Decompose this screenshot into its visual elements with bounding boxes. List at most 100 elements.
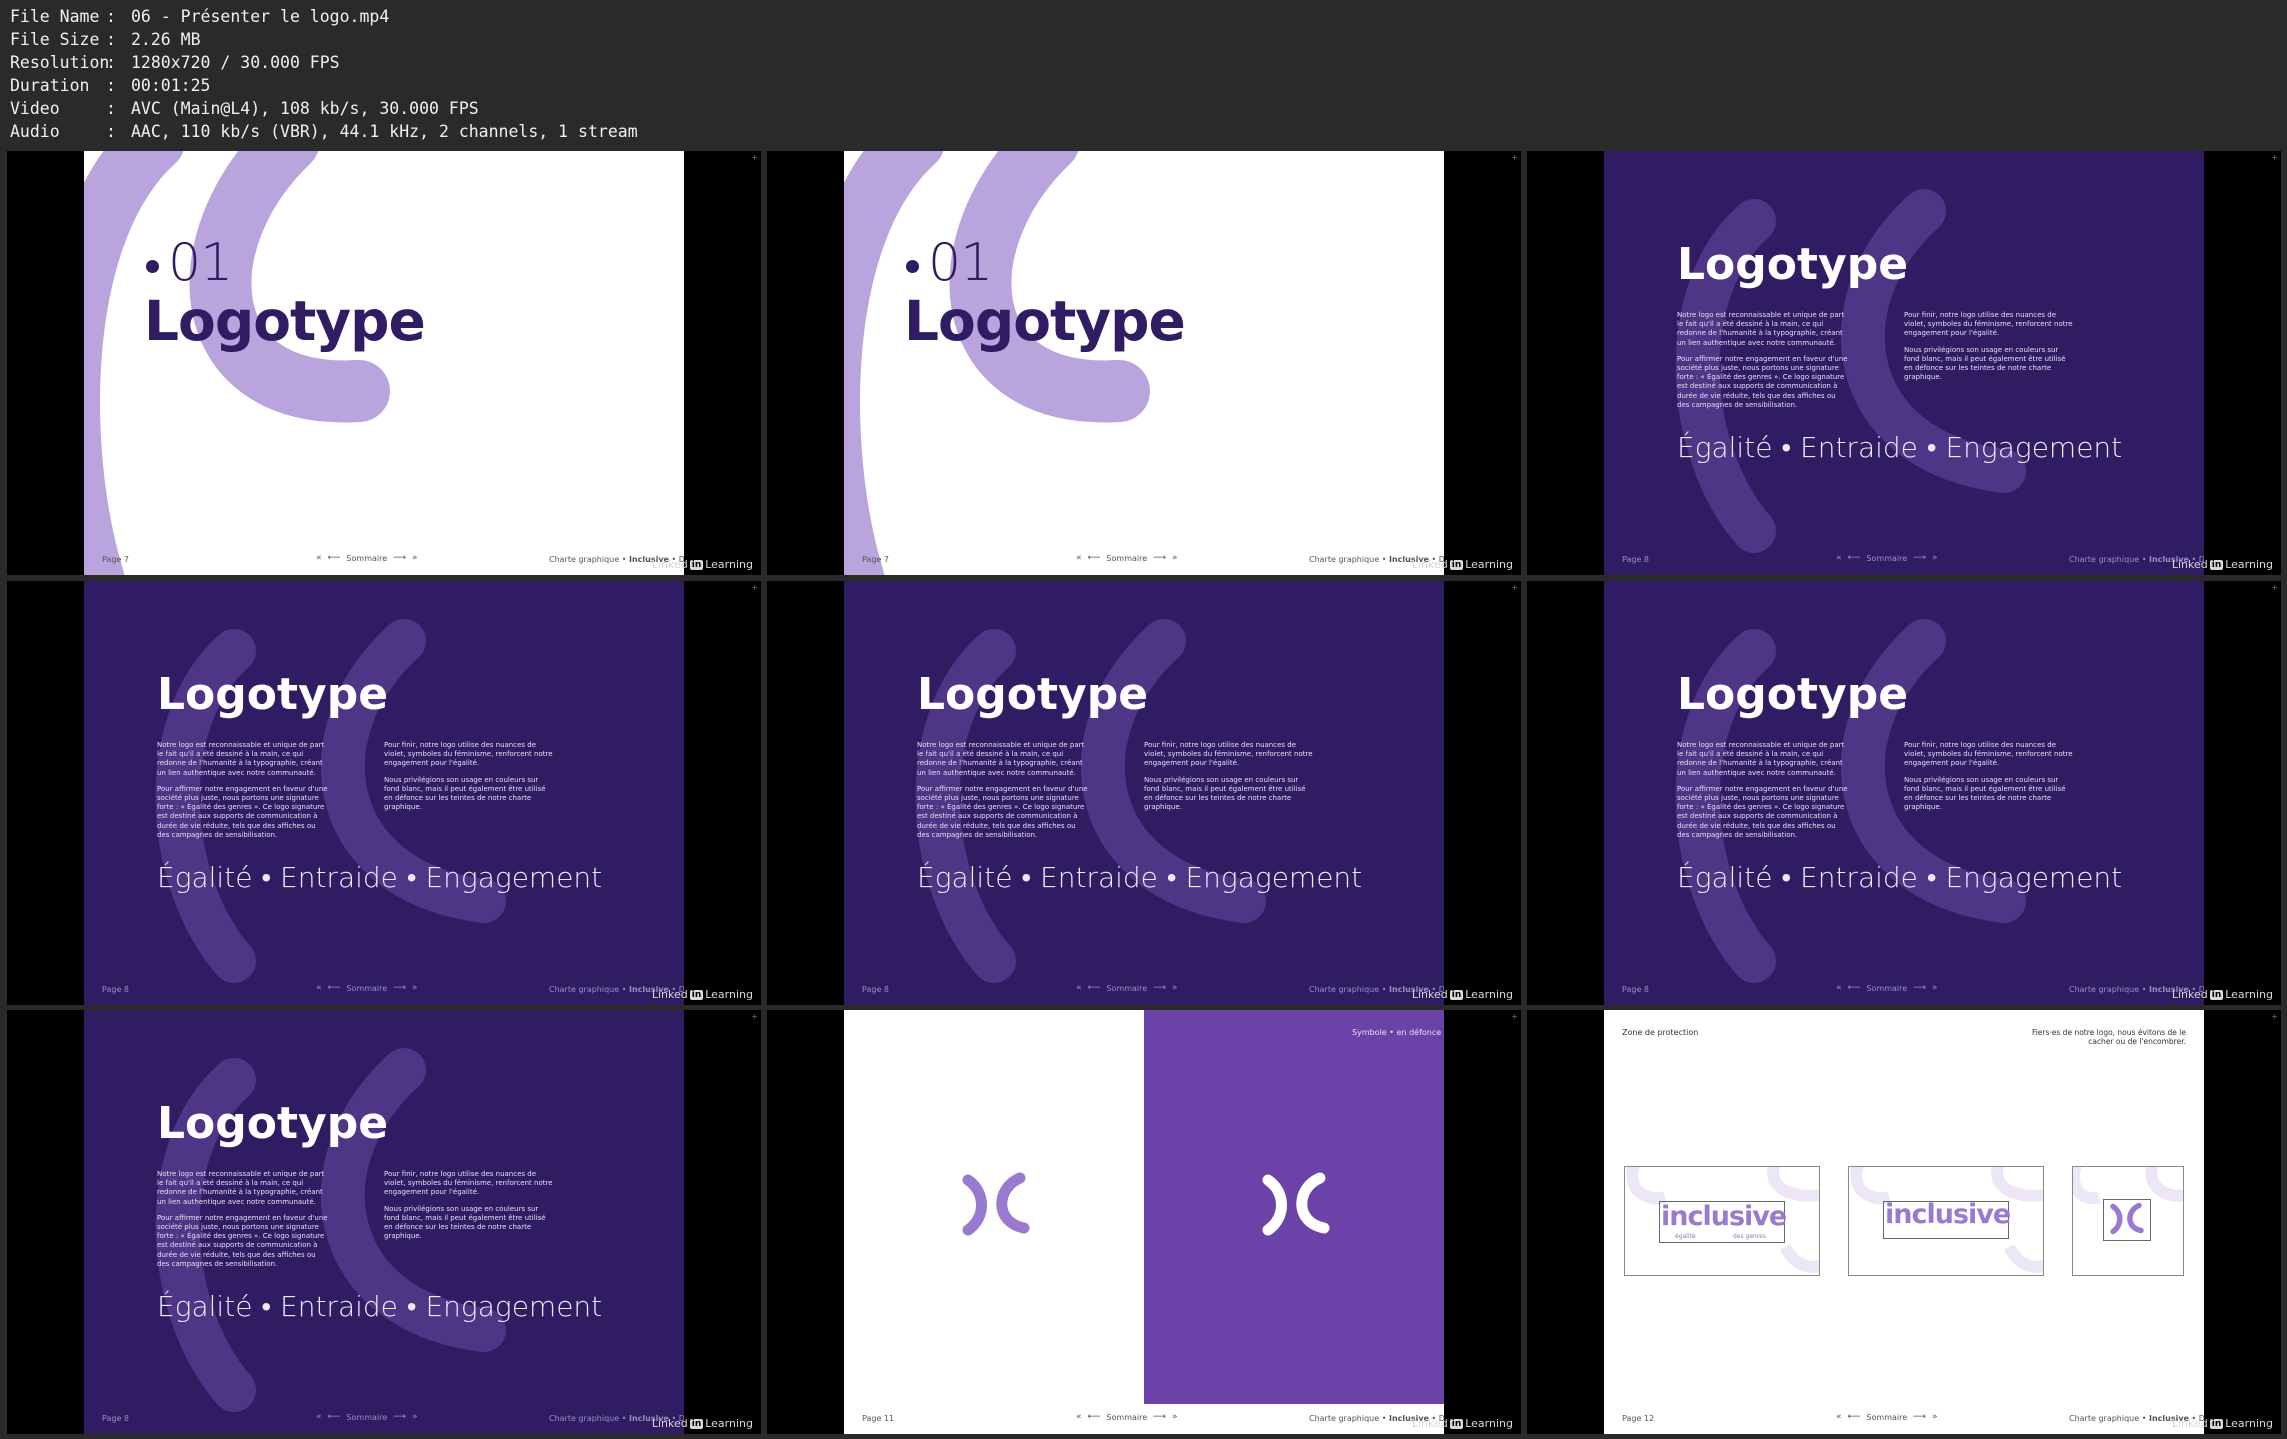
first-page-icon[interactable]: « xyxy=(1076,553,1082,563)
sommaire-link[interactable]: Sommaire xyxy=(1106,1413,1147,1422)
prev-arrow-icon[interactable]: ⟵ xyxy=(1848,1412,1861,1422)
first-page-icon[interactable]: « xyxy=(316,1412,322,1422)
thumbnail-1[interactable]: 01 Logotype Page 7 « ⟵ Sommaire ⟶ » Charte g… xyxy=(7,151,761,575)
prev-arrow-icon[interactable]: ⟵ xyxy=(1848,553,1861,563)
first-page-icon[interactable]: « xyxy=(1076,983,1082,993)
next-arrow-icon[interactable]: ⟶ xyxy=(1913,1412,1926,1422)
footer-nav[interactable]: « ⟵ Sommaire ⟶ » xyxy=(1076,553,1178,563)
last-page-icon[interactable]: » xyxy=(412,983,418,993)
last-page-icon[interactable]: » xyxy=(412,1412,418,1422)
footer-nav[interactable]: « ⟵ Sommaire ⟶ » xyxy=(1076,983,1178,993)
sommaire-link[interactable]: Sommaire xyxy=(346,554,387,563)
last-page-icon[interactable]: » xyxy=(412,553,418,563)
next-arrow-icon[interactable]: ⟶ xyxy=(1153,553,1166,563)
charte-label: Charte graphique • xyxy=(549,555,629,564)
last-page-icon[interactable]: » xyxy=(1932,1412,1938,1422)
prev-arrow-icon[interactable]: ⟵ xyxy=(328,1412,341,1422)
thumbnail-3[interactable]: Logotype Notre logo est reconnaissable e… xyxy=(1527,151,2281,575)
corner-mark: + xyxy=(2271,583,2278,592)
prev-arrow-icon[interactable]: ⟵ xyxy=(1088,553,1101,563)
last-page-icon[interactable]: » xyxy=(1932,553,1938,563)
paragraph: Notre logo est reconnaissable et unique … xyxy=(157,1170,325,1206)
charte-label: Charte graphique • xyxy=(2069,1414,2149,1423)
last-page-icon[interactable]: » xyxy=(1172,1412,1178,1422)
next-arrow-icon[interactable]: ⟶ xyxy=(393,1412,406,1422)
sommaire-link[interactable]: Sommaire xyxy=(1866,554,1907,563)
logo-sub-right: des genres xyxy=(1733,1233,1766,1240)
symbol-protection-box xyxy=(2072,1166,2184,1276)
footer-nav[interactable]: « ⟵ Sommaire ⟶ » xyxy=(1836,983,1938,993)
paragraph: Nous privilégions son usage en couleurs … xyxy=(1904,775,2066,812)
prev-arrow-icon[interactable]: ⟵ xyxy=(1848,983,1861,993)
thumbnail-6[interactable]: Logotype Notre logo est reconnaissable e… xyxy=(1527,581,2281,1005)
tagline: Égalité • Entraide • Engagement xyxy=(1677,861,2123,894)
info-key: Audio xyxy=(10,122,60,141)
sommaire-link[interactable]: Sommaire xyxy=(1866,1413,1907,1422)
thumbnail-4[interactable]: Logotype Notre logo est reconnaissable e… xyxy=(7,581,761,1005)
arc-decoration-icon xyxy=(844,151,1150,575)
footer-nav[interactable]: « ⟵ Sommaire ⟶ » xyxy=(1076,1412,1178,1422)
footer-nav[interactable]: « ⟵ Sommaire ⟶ » xyxy=(316,553,418,563)
thumbnail-8[interactable]: Symbole • en défonce Page 11 « ⟵ Sommaire ⟶… xyxy=(767,1010,1521,1434)
tagline: Égalité • Entraide • Engagement xyxy=(157,1290,603,1323)
next-arrow-icon[interactable]: ⟶ xyxy=(393,553,406,563)
info-key: Duration xyxy=(10,76,90,95)
footer-nav[interactable]: « ⟵ Sommaire ⟶ » xyxy=(316,1412,418,1422)
info-value: AVC (Main@L4), 108 kb/s, 30.000 FPS xyxy=(131,99,479,118)
paragraph: Nous privilégions son usage en couleurs … xyxy=(1144,775,1306,812)
info-row: Audio: AAC, 110 kb/s (VBR), 44.1 kHz, 2 c… xyxy=(10,120,638,143)
linkedin-learning-watermark: Linked in Learning xyxy=(2172,988,2273,1001)
footer-nav[interactable]: « ⟵ Sommaire ⟶ » xyxy=(1836,1412,1938,1422)
prev-arrow-icon[interactable]: ⟵ xyxy=(328,553,341,563)
next-arrow-icon[interactable]: ⟶ xyxy=(1913,983,1926,993)
text-column-left: Notre logo est reconnaissable et unique … xyxy=(917,741,1089,847)
first-page-icon[interactable]: « xyxy=(316,983,322,993)
next-arrow-icon[interactable]: ⟶ xyxy=(1913,553,1926,563)
first-page-icon[interactable]: « xyxy=(1836,553,1842,563)
info-separator: : xyxy=(106,30,116,49)
footer-nav[interactable]: « ⟵ Sommaire ⟶ » xyxy=(316,983,418,993)
next-arrow-icon[interactable]: ⟶ xyxy=(393,983,406,993)
thumbnail-2[interactable]: 01 Logotype Page 7 « ⟵ Sommaire ⟶ » Charte g… xyxy=(767,151,1521,575)
sommaire-link[interactable]: Sommaire xyxy=(1866,984,1907,993)
section-number: 01 xyxy=(146,233,233,293)
footer-nav[interactable]: « ⟵ Sommaire ⟶ » xyxy=(1836,553,1938,563)
next-arrow-icon[interactable]: ⟶ xyxy=(1153,983,1166,993)
slide-footer: Page 12 «⟵ Sommaire ⟶» Charte graphique • … xyxy=(1604,1404,2204,1434)
first-page-icon[interactable]: « xyxy=(316,553,322,563)
learning-text: Learning xyxy=(705,558,753,571)
thumbnail-7[interactable]: Logotype Notre logo est reconnaissable e… xyxy=(7,1010,761,1434)
linkedin-learning-watermark: Linked in Learning xyxy=(1412,1417,1513,1430)
thumbnail-5[interactable]: Logotype Notre logo est reconnaissable e… xyxy=(767,581,1521,1005)
last-page-icon[interactable]: » xyxy=(1172,553,1178,563)
linked-text: Linked xyxy=(1411,988,1448,1001)
text-column-right: Pour finir, notre logo utilise des nuanc… xyxy=(384,741,556,819)
sommaire-link[interactable]: Sommaire xyxy=(346,984,387,993)
last-page-icon[interactable]: » xyxy=(1172,983,1178,993)
linked-text: Linked xyxy=(2171,988,2208,1001)
prev-arrow-icon[interactable]: ⟵ xyxy=(328,983,341,993)
text-column-right: Pour finir, notre logo utilise des nuanc… xyxy=(384,1170,556,1248)
text-column-left: Notre logo est reconnaissable et unique … xyxy=(1677,741,1849,847)
slide-symbol: Symbole • en défonce Page 11 « ⟵ Sommaire ⟶… xyxy=(844,1010,1444,1434)
prev-arrow-icon[interactable]: ⟵ xyxy=(1088,1412,1101,1422)
last-page-icon[interactable]: » xyxy=(1932,983,1938,993)
learning-text: Learning xyxy=(705,1417,753,1430)
info-value: AAC, 110 kb/s (VBR), 44.1 kHz, 2 channel… xyxy=(131,122,638,141)
bullet-dot xyxy=(146,259,159,273)
protection-note: Fiers·es de notre logo, nous évitons de … xyxy=(2031,1028,2186,1046)
paragraph: Pour affirmer notre engagement en faveur… xyxy=(917,784,1088,839)
paragraph: Pour affirmer notre engagement en faveur… xyxy=(157,1213,328,1268)
logo-sub-left: égalité xyxy=(1675,1233,1696,1240)
sommaire-link[interactable]: Sommaire xyxy=(1106,554,1147,563)
first-page-icon[interactable]: « xyxy=(1836,983,1842,993)
next-arrow-icon[interactable]: ⟶ xyxy=(1153,1412,1166,1422)
protection-label: Zone de protection xyxy=(1622,1028,1699,1037)
sommaire-link[interactable]: Sommaire xyxy=(1106,984,1147,993)
first-page-icon[interactable]: « xyxy=(1836,1412,1842,1422)
linkedin-in-icon: in xyxy=(1449,989,1464,1000)
prev-arrow-icon[interactable]: ⟵ xyxy=(1088,983,1101,993)
sommaire-link[interactable]: Sommaire xyxy=(346,1413,387,1422)
thumbnail-9[interactable]: Zone de protection Fiers·es de notre log… xyxy=(1527,1010,2281,1434)
first-page-icon[interactable]: « xyxy=(1076,1412,1082,1422)
